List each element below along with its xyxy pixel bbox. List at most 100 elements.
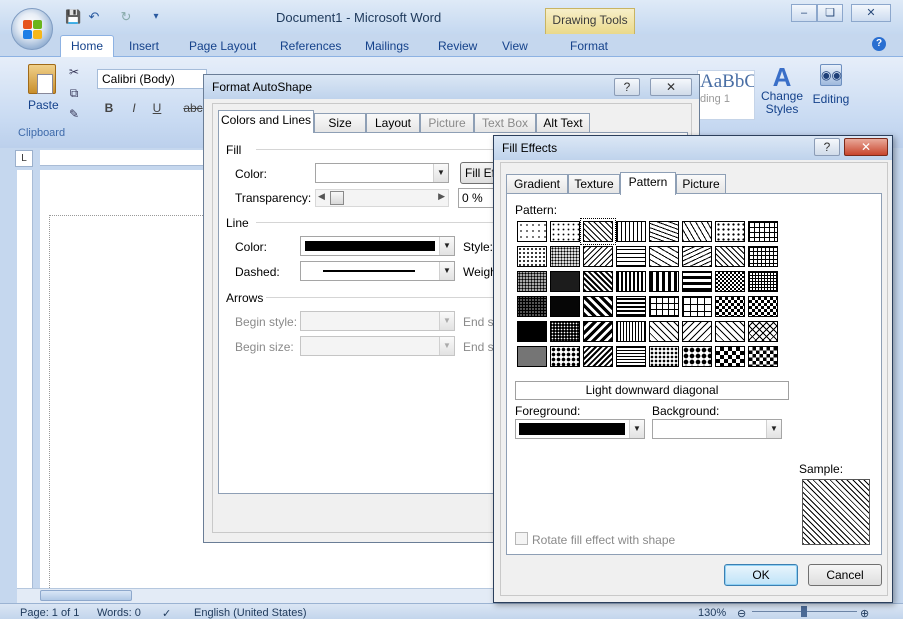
pattern-swatch-brick-v[interactable] [682, 296, 712, 317]
pattern-swatch-sphere[interactable] [682, 346, 712, 367]
undo-icon[interactable]: ↶ [86, 9, 102, 25]
pattern-swatch-brick-h[interactable] [649, 296, 679, 317]
pattern-swatch-dots20[interactable] [517, 246, 547, 267]
tab-references[interactable]: References [280, 36, 341, 56]
pattern-swatch-dots10[interactable] [550, 221, 580, 242]
tab-text-box[interactable]: Text Box [474, 113, 536, 133]
zoom-out-icon[interactable]: ⊖ [737, 607, 746, 619]
pattern-swatch-dash-v[interactable] [682, 271, 712, 292]
pattern-swatch-dash-ud[interactable] [682, 321, 712, 342]
tab-size[interactable]: Size [314, 113, 366, 133]
help-icon[interactable]: ? [872, 37, 886, 51]
format-autoshape-close-button[interactable]: ✕ [650, 78, 692, 96]
ok-button[interactable]: OK [724, 564, 798, 586]
tab-selector[interactable]: L [15, 150, 33, 167]
editing-button[interactable]: ◉◉ Editing [809, 64, 853, 106]
word-count[interactable]: Words: 0 [97, 607, 141, 619]
pattern-swatch-dots60[interactable] [517, 296, 547, 317]
tab-insert[interactable]: Insert [129, 36, 159, 56]
pattern-swatch-dots70[interactable] [550, 296, 580, 317]
tab-fill-picture[interactable]: Picture [676, 174, 726, 194]
fill-effects-close-button[interactable]: ✕ [844, 138, 888, 156]
tab-colors-and-lines[interactable]: Colors and Lines [218, 110, 314, 133]
pattern-swatch-wave[interactable] [649, 221, 679, 242]
tab-review[interactable]: Review [438, 36, 477, 56]
pattern-swatch-lattice[interactable] [748, 321, 778, 342]
page-count[interactable]: Page: 1 of 1 [20, 607, 79, 619]
redo-icon[interactable]: ↻ [118, 9, 134, 25]
pattern-swatch-ldiag-sel[interactable] [580, 218, 616, 245]
dashed-dropdown[interactable]: ▼ [300, 261, 455, 281]
pattern-swatch-wide-rdiag[interactable] [583, 321, 613, 342]
pattern-swatch-diamond-s[interactable] [748, 346, 778, 367]
zoom-in-icon[interactable]: ⊕ [860, 607, 869, 619]
tab-picture[interactable]: Picture [420, 113, 474, 133]
italic-button[interactable]: I [126, 100, 142, 116]
transparency-slider[interactable]: ◀ ▶ [315, 189, 449, 207]
pattern-swatch-wide-ldiag[interactable] [583, 296, 613, 317]
pattern-swatch-checker-s[interactable] [748, 296, 778, 317]
tab-layout[interactable]: Layout [366, 113, 420, 133]
rotate-checkbox[interactable] [515, 532, 528, 545]
line-color-dropdown[interactable]: ▼ [300, 236, 455, 256]
pattern-swatch-ddiag[interactable] [715, 246, 745, 267]
font-name-input[interactable]: Calibri (Body) [97, 69, 207, 89]
tab-page-layout[interactable]: Page Layout [189, 36, 256, 56]
pattern-swatch-vert[interactable] [616, 221, 646, 242]
tab-format[interactable]: Format [570, 36, 608, 56]
format-painter-icon[interactable]: ✎ [66, 107, 82, 121]
tab-gradient[interactable]: Gradient [506, 174, 568, 194]
tab-pattern[interactable]: Pattern [620, 172, 676, 195]
pattern-swatch-zigzag[interactable] [682, 221, 712, 242]
pattern-swatch-dots75[interactable] [517, 321, 547, 342]
change-styles-button[interactable]: A Change Styles [760, 64, 804, 116]
pattern-swatch-dots90[interactable] [517, 346, 547, 367]
pattern-swatch-shingle[interactable] [649, 246, 679, 267]
transparency-slider-thumb[interactable] [330, 191, 344, 205]
pattern-swatch-dots-d[interactable] [715, 221, 745, 242]
tab-home[interactable]: Home [60, 35, 114, 57]
copy-icon[interactable]: ⧉ [66, 86, 82, 100]
pattern-swatch-dark-rdiag[interactable] [583, 346, 613, 367]
office-button[interactable] [11, 8, 53, 50]
paste-label[interactable]: Paste [28, 98, 59, 112]
foreground-color-dropdown[interactable]: ▼ [515, 419, 645, 439]
cancel-button[interactable]: Cancel [808, 564, 882, 586]
save-icon[interactable]: 💾 [65, 9, 81, 25]
format-autoshape-help-button[interactable]: ? [614, 78, 640, 96]
pattern-swatch-grid-l[interactable] [748, 221, 778, 242]
pattern-swatch-dots-big[interactable] [550, 346, 580, 367]
background-color-dropdown[interactable]: ▼ [652, 419, 782, 439]
pattern-swatch-dark-hor[interactable] [616, 296, 646, 317]
pattern-swatch-dark-vert[interactable] [616, 271, 646, 292]
pattern-swatch-dots50[interactable] [550, 271, 580, 292]
pattern-swatch-grid-sm[interactable] [748, 271, 778, 292]
pattern-swatch-checker-l[interactable] [715, 346, 745, 367]
cut-icon[interactable]: ✂ [66, 65, 82, 79]
tab-view[interactable]: View [502, 36, 528, 56]
pattern-swatch-dwave[interactable] [682, 246, 712, 267]
tab-texture[interactable]: Texture [568, 174, 620, 194]
strikethrough-button[interactable]: abc [182, 100, 204, 116]
pattern-swatch-dash-h[interactable] [649, 271, 679, 292]
pattern-swatch-confetti[interactable] [649, 346, 679, 367]
slider-left-arrow-icon[interactable]: ◀ [318, 191, 325, 202]
proofing-icon[interactable]: ✓ [162, 607, 171, 619]
pattern-swatch-narrow-vert[interactable] [616, 321, 646, 342]
begin-style-dropdown[interactable]: ▼ [300, 311, 455, 331]
tab-alt-text[interactable]: Alt Text [536, 113, 590, 133]
pattern-swatch-rdiag[interactable] [583, 246, 613, 267]
restore-button[interactable]: ❏ [817, 4, 843, 22]
pattern-swatch-hor[interactable] [616, 246, 646, 267]
paste-icon[interactable] [28, 64, 56, 94]
pattern-swatch-dark-ldiag[interactable] [583, 271, 613, 292]
pattern-swatch-diamond-o[interactable] [715, 321, 745, 342]
pattern-swatch-grid-d[interactable] [748, 246, 778, 267]
begin-size-dropdown[interactable]: ▼ [300, 336, 455, 356]
minimize-button[interactable]: – [791, 4, 817, 22]
quick-styles-gallery[interactable]: AaBbCc ding 1 [697, 70, 755, 120]
tab-mailings[interactable]: Mailings [365, 36, 409, 56]
pattern-swatch-dash-dd[interactable] [649, 321, 679, 342]
slider-right-arrow-icon[interactable]: ▶ [438, 191, 445, 202]
pattern-swatch-dots5[interactable] [517, 221, 547, 242]
